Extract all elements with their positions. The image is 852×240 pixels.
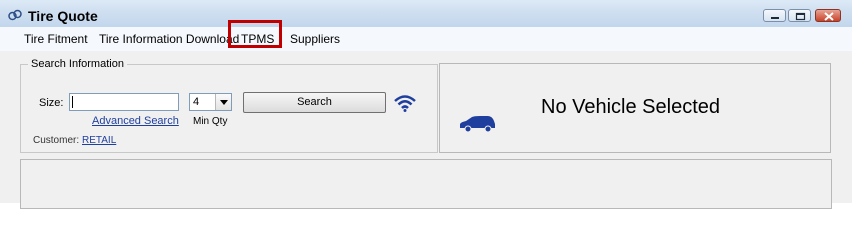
search-information-title: Search Information xyxy=(28,58,127,70)
size-label: Size: xyxy=(39,97,64,109)
menu-item-suppliers[interactable]: Suppliers xyxy=(290,32,340,46)
text-caret xyxy=(72,96,73,108)
close-icon xyxy=(824,12,834,21)
menu-item-tire-fitment[interactable]: Tire Fitment xyxy=(24,32,88,46)
minimize-button[interactable] xyxy=(763,9,786,22)
window-title: Tire Quote xyxy=(28,8,98,24)
app-icon xyxy=(8,9,22,21)
vehicle-status: No Vehicle Selected xyxy=(541,96,721,118)
size-input[interactable] xyxy=(69,93,179,111)
min-qty-value: 4 xyxy=(193,96,200,108)
tpms-highlight-box xyxy=(228,20,282,48)
search-button[interactable]: Search xyxy=(243,92,386,113)
advanced-search-link[interactable]: Advanced Search xyxy=(92,115,179,127)
customer-label: Customer: xyxy=(33,135,80,146)
min-qty-select[interactable]: 4 xyxy=(189,93,232,111)
close-button[interactable] xyxy=(815,9,841,22)
menu-bar: Tire Fitment Tire Information Download T… xyxy=(0,27,852,51)
dropdown-button[interactable] xyxy=(215,94,231,110)
minimize-icon xyxy=(771,17,779,19)
chevron-down-icon xyxy=(220,100,228,105)
menu-item-tire-information-download[interactable]: Tire Information Download xyxy=(99,32,239,46)
car-icon xyxy=(460,116,495,133)
results-panel xyxy=(20,159,832,209)
maximize-icon xyxy=(795,12,806,21)
maximize-button[interactable] xyxy=(788,9,811,22)
title-bar: Tire Quote xyxy=(0,0,852,28)
customer-link[interactable]: RETAIL xyxy=(82,135,116,146)
wifi-icon[interactable] xyxy=(393,94,417,112)
min-qty-label: Min Qty xyxy=(193,116,228,127)
